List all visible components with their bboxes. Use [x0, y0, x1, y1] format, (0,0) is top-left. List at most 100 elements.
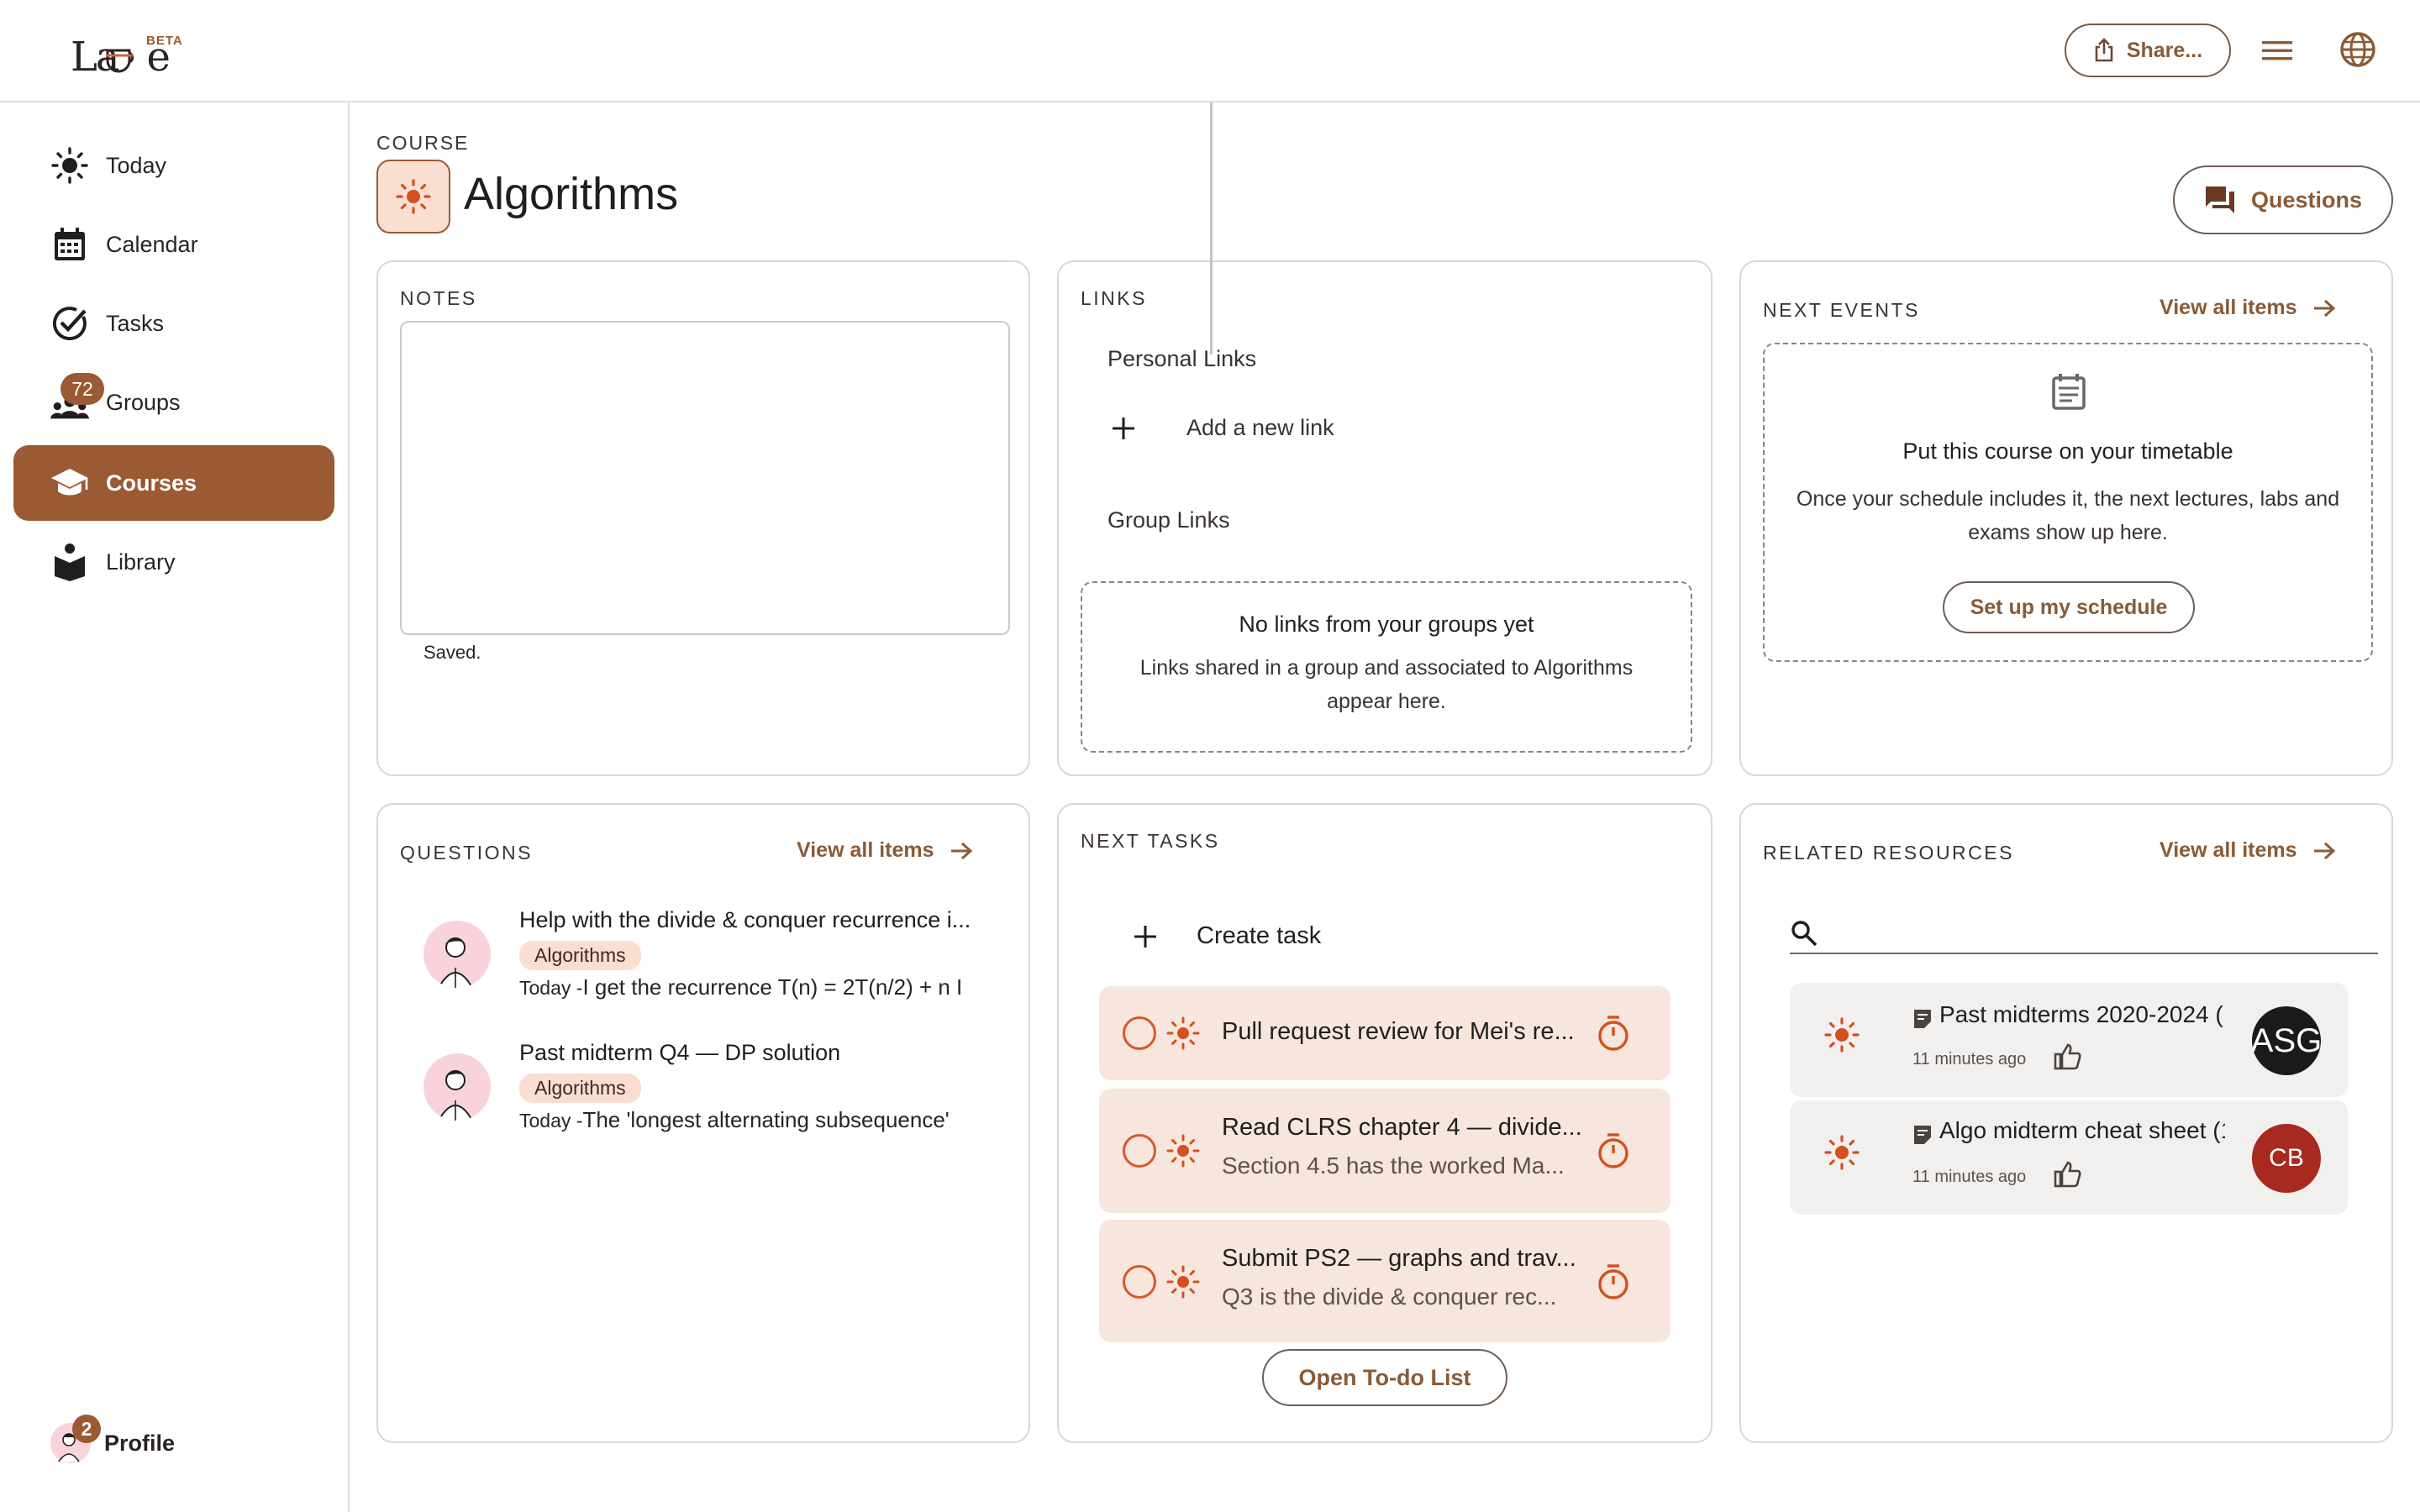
document-icon	[1914, 1010, 1931, 1028]
resource-time: 11 minutes ago	[1912, 1050, 2027, 1068]
course-kicker: COURSE	[376, 132, 470, 154]
course-tag: Algorithms	[519, 1074, 641, 1103]
search-input[interactable]	[1830, 917, 2368, 949]
questions-button[interactable]: Questions	[2173, 165, 2393, 234]
question-title: Help with the divide & conquer recurrenc…	[519, 907, 971, 932]
task-subtitle: Q3 is the divide & conquer rec...	[1222, 1284, 1557, 1310]
task-title: Read CLRS chapter 4 — divide...	[1222, 1114, 1582, 1141]
group-links-heading: Group Links	[1107, 507, 1230, 533]
add-link-button[interactable]: Add a new link	[1111, 415, 1334, 441]
hamburger-menu-icon[interactable]	[2260, 34, 2294, 67]
view-all-label: View all items	[2160, 296, 2297, 319]
add-link-label: Add a new link	[1186, 415, 1334, 440]
view-all-events-link[interactable]: View all items	[2160, 296, 2336, 320]
sidebar-item-library[interactable]: Library	[13, 524, 334, 600]
sidebar-item-today[interactable]: Today	[13, 128, 334, 203]
resource-item[interactable]: Past midterms 2020-2024 ( 11 minutes ago…	[1790, 983, 2348, 1097]
create-task-label: Create task	[1197, 922, 1322, 949]
question-item[interactable]: Help with the divide & conquer recurrenc…	[424, 907, 1012, 1025]
avatar	[424, 1053, 491, 1121]
task-title: Submit PS2 — graphs and trav...	[1222, 1245, 1576, 1272]
sidebar-item-courses[interactable]: Courses	[13, 445, 334, 521]
sidebar-item-label: Today	[106, 152, 167, 178]
questions-button-label: Questions	[2250, 186, 2363, 213]
sidebar-item-profile[interactable]: 2 Profile	[49, 1415, 175, 1465]
check-circle-icon	[50, 304, 89, 343]
sidebar-item-label: Groups	[106, 389, 181, 415]
resource-item[interactable]: Algo midterm cheat sheet (1 11 minutes a…	[1790, 1100, 2348, 1215]
globe-icon[interactable]	[2338, 30, 2377, 69]
task-item[interactable]: Pull request review for Mei's re...	[1099, 986, 1670, 1080]
document-icon	[1914, 1126, 1931, 1144]
arrow-right-icon	[950, 842, 972, 859]
empty-description: Once your schedule includes it, the next…	[1796, 487, 2340, 544]
groups-icon: 72	[50, 373, 104, 422]
related-resources-card: RELATED RESOURCES View all items Past mi…	[1739, 803, 2393, 1443]
timer-icon[interactable]	[1597, 1263, 1630, 1300]
questions-card: QUESTIONS View all items Help with the d…	[376, 803, 1030, 1443]
sidebar-item-calendar[interactable]: Calendar	[13, 207, 334, 282]
search-icon	[1791, 921, 1818, 947]
question-snippet: Today -I get the recurrence T(n) = 2T(n/…	[519, 974, 990, 1000]
share-label: Share...	[2126, 38, 2203, 62]
question-day: Today -	[519, 1110, 583, 1131]
task-checkbox[interactable]	[1123, 1134, 1156, 1168]
resource-title: Algo midterm cheat sheet (1	[1939, 1117, 2225, 1143]
forum-icon	[2205, 186, 2234, 213]
sun-icon	[1824, 1135, 1860, 1170]
question-day: Today -	[519, 977, 583, 999]
calendar-icon	[50, 225, 89, 264]
sidebar-item-label: Courses	[106, 470, 197, 496]
empty-group-links: No links from your groups yet Links shar…	[1081, 581, 1692, 753]
course-tag: Algorithms	[519, 941, 641, 970]
thumb-up-icon[interactable]	[2054, 1161, 2082, 1188]
avatar: CB	[2252, 1124, 2321, 1193]
card-title: LINKS	[1081, 287, 1147, 309]
plus-icon	[1113, 417, 1134, 439]
app-logo[interactable]: La e BETA	[71, 30, 197, 81]
graduation-cap-icon	[50, 464, 89, 502]
next-tasks-card: NEXT TASKS Create task Pull request revi…	[1057, 803, 1712, 1443]
set-up-schedule-button[interactable]: Set up my schedule	[1943, 581, 2195, 633]
view-all-label: View all items	[797, 838, 934, 862]
task-checkbox[interactable]	[1123, 1265, 1156, 1299]
view-all-questions-link[interactable]: View all items	[797, 838, 973, 863]
card-title: NEXT EVENTS	[1763, 299, 1920, 321]
timer-icon[interactable]	[1597, 1015, 1630, 1052]
empty-title: No links from your groups yet	[1239, 612, 1534, 637]
open-todo-list-button[interactable]: Open To-do List	[1262, 1349, 1507, 1406]
task-title: Pull request review for Mei's re...	[1222, 1018, 1575, 1045]
personal-links-heading: Personal Links	[1107, 346, 1257, 371]
notes-card: NOTES Saved.	[376, 260, 1030, 776]
thumb-up-icon[interactable]	[2054, 1043, 2082, 1070]
sun-icon	[1824, 1017, 1860, 1053]
task-item[interactable]: Read CLRS chapter 4 — divide... Section …	[1099, 1089, 1670, 1213]
event-note-icon	[2052, 374, 2086, 410]
sidebar-item-label: Tasks	[106, 310, 165, 336]
view-all-resources-link[interactable]: View all items	[2160, 838, 2336, 863]
arrow-right-icon	[2313, 842, 2335, 859]
question-item[interactable]: Past midterm Q4 — DP solution Algorithms…	[424, 1040, 1012, 1158]
groups-count-badge: 72	[60, 373, 104, 405]
book-reader-icon	[50, 543, 89, 581]
task-checkbox[interactable]	[1123, 1016, 1156, 1050]
timer-icon[interactable]	[1597, 1132, 1630, 1169]
avatar: ASG	[2252, 1006, 2321, 1075]
empty-description: Links shared in a group and associated t…	[1139, 656, 1634, 713]
question-text: The 'longest alternating subsequence'	[582, 1107, 950, 1132]
card-title: QUESTIONS	[400, 842, 533, 864]
plus-icon	[1134, 925, 1156, 948]
resize-divider[interactable]	[1210, 102, 1213, 354]
resource-search[interactable]	[1790, 914, 2378, 954]
sidebar-item-label: Library	[106, 549, 176, 575]
sidebar-item-groups[interactable]: 72 Groups	[13, 365, 334, 440]
share-button[interactable]: Share...	[2065, 24, 2231, 77]
sun-icon	[1166, 1265, 1200, 1299]
page-title: Algorithms	[464, 169, 679, 219]
create-task-button[interactable]: Create task	[1133, 922, 1321, 950]
task-item[interactable]: Submit PS2 — graphs and trav... Q3 is th…	[1099, 1220, 1670, 1342]
notes-textarea[interactable]	[400, 321, 1010, 635]
next-events-card: NEXT EVENTS View all items Put this cour…	[1739, 260, 2393, 776]
card-title: NEXT TASKS	[1081, 830, 1220, 852]
sidebar-item-tasks[interactable]: Tasks	[13, 286, 334, 361]
